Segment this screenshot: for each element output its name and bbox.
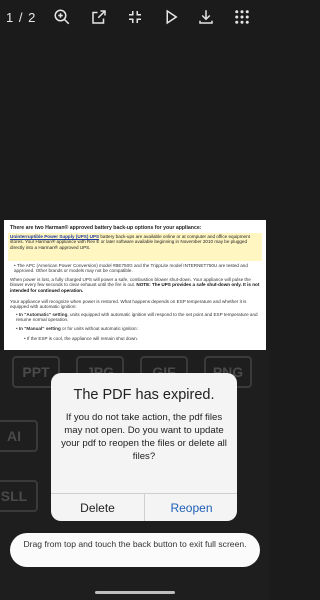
doc-sub-item-1: • In "Automatic" setting, units equipped… <box>16 312 258 323</box>
page-counter: 1 / 2 <box>6 10 37 25</box>
doc-heading: There are two Harman® approved battery b… <box>10 225 202 231</box>
dialog-message: If you do not take action, the pdf files… <box>61 412 227 462</box>
viewer-toolbar: 1 / 2 <box>0 0 270 36</box>
doc-ups-section: Uninterruptible Power Supply (UPS) UPS b… <box>8 233 262 261</box>
pdf-expired-dialog: The PDF has expired. If you do not take … <box>51 373 237 521</box>
fullscreen-toast: Drag from top and touch the back button … <box>10 533 260 567</box>
doc-sub2-label: In "Manual" setting <box>18 326 61 331</box>
dialog-title: The PDF has expired. <box>73 387 215 403</box>
doc-bullet-text: The APC (American Power Conversion) mode… <box>14 263 248 274</box>
grid-menu-icon[interactable] <box>233 8 251 26</box>
zoom-in-icon[interactable] <box>53 8 71 26</box>
open-external-icon[interactable] <box>90 8 108 26</box>
pdf-page[interactable]: There are two Harman® approved battery b… <box>4 220 266 350</box>
download-icon[interactable] <box>197 8 215 26</box>
fullscreen-exit-icon[interactable] <box>126 8 144 26</box>
reopen-button[interactable]: Reopen <box>145 495 237 521</box>
doc-sub2-text: or for units without automatic ignition: <box>60 326 138 331</box>
doc-sub-item-3: • If the ESP is cool, the appliance will… <box>24 336 139 341</box>
doc-sub1-label: In "Automatic" setting <box>18 312 68 317</box>
delete-button[interactable]: Delete <box>51 495 144 521</box>
home-indicator[interactable] <box>95 591 175 594</box>
ai-file-icon: AI <box>0 420 38 452</box>
doc-sub-item-2: • In "Manual" setting or for units witho… <box>16 326 138 331</box>
doc-bullet: • The APC (American Power Conversion) mo… <box>14 263 248 274</box>
doc-paragraph-2: Your appliance will recognize when power… <box>10 299 247 310</box>
play-icon[interactable] <box>162 8 180 26</box>
sll-file-icon: SLL <box>0 480 38 512</box>
doc-sub3-text: If the ESP is cool, the appliance will r… <box>26 336 139 341</box>
doc-paragraph-1: When power is lost, a fully charged UPS … <box>10 277 262 293</box>
